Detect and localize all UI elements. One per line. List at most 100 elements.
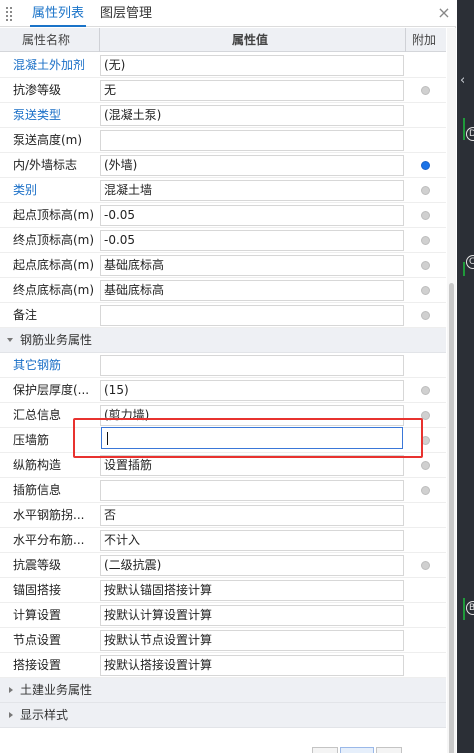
property-value[interactable]: (15) [100,380,404,401]
property-name: 保护层厚度(... [13,383,90,397]
property-row[interactable]: 插筋信息 [0,478,446,503]
property-value[interactable] [100,305,404,326]
property-value[interactable]: -0.05 [100,230,404,251]
property-name: 起点顶标高(m) [13,208,95,222]
scrollbar-thumb[interactable] [449,283,454,753]
property-value[interactable]: 按默认锚固搭接计算 [100,580,404,601]
radio-off-icon[interactable] [421,286,430,295]
property-value[interactable]: (剪力墙) [100,405,404,426]
radio-off-icon[interactable] [421,311,430,320]
radio-off-icon[interactable] [421,486,430,495]
radio-off-icon[interactable] [421,86,430,95]
caret-down-icon[interactable] [7,338,13,342]
property-row[interactable]: 抗渗等级 无 [0,78,446,103]
property-value[interactable]: (混凝土泵) [100,105,404,126]
group-header[interactable]: 土建业务属性 [0,678,446,703]
drag-grip-icon[interactable] [6,7,14,21]
group-header[interactable]: 显示样式 [0,703,446,728]
column-divider[interactable] [405,28,406,52]
radio-off-icon[interactable] [421,386,430,395]
property-row[interactable]: 纵筋构造 设置插筋 [0,453,446,478]
property-value[interactable] [100,130,404,151]
radio-off-icon[interactable] [421,236,430,245]
property-value[interactable]: (二级抗震) [100,555,404,576]
column-divider[interactable] [99,28,100,52]
property-name: 混凝土外加剂 [13,58,86,72]
property-row[interactable]: 水平分布筋... 不计入 [0,528,446,553]
property-name: 内/外墙标志 [13,158,78,172]
property-value[interactable]: 无 [100,80,404,101]
axis-marker-b[interactable]: B [466,601,474,615]
column-header-add: 附加 [412,33,437,47]
radio-off-icon[interactable] [421,561,430,570]
radio-off-icon[interactable] [421,211,430,220]
group-header[interactable]: 钢筋业务属性 [0,328,446,353]
property-value[interactable]: 基础底标高 [100,280,404,301]
radio-off-icon[interactable] [421,436,430,445]
drawing-canvas-edge[interactable]: ‹ [457,0,474,753]
table-header: 属性名称 属性值 附加 [0,28,446,52]
property-row[interactable]: 终点顶标高(m) -0.05 [0,228,446,253]
property-row[interactable]: 泵送类型 (混凝土泵) [0,103,446,128]
radio-off-icon[interactable] [421,186,430,195]
property-row[interactable]: 泵送高度(m) [0,128,446,153]
property-row[interactable]: 备注 [0,303,446,328]
property-value[interactable]: 混凝土墙 [100,180,404,201]
property-name: 汇总信息 [13,408,62,422]
property-name: 抗震等级 [13,558,62,572]
property-row[interactable]: 搭接设置 按默认搭接设置计算 [0,653,446,678]
property-value[interactable]: 基础底标高 [100,255,404,276]
tab-property-list[interactable]: 属性列表 [26,0,90,27]
property-name: 水平钢筋拐... [13,508,85,522]
axis-marker-d[interactable]: D [466,127,474,141]
property-value[interactable] [100,355,404,376]
property-value[interactable]: 不计入 [100,530,404,551]
caret-right-icon[interactable] [9,687,13,693]
property-value[interactable]: -0.05 [100,205,404,226]
property-value[interactable]: 按默认节点设置计算 [100,630,404,651]
tab-bar: 属性列表 图层管理 × [0,0,456,27]
radio-off-icon[interactable] [421,411,430,420]
property-name: 计算设置 [13,608,62,622]
property-panel: 属性列表 图层管理 × 属性名称 属性值 附加 混凝土外加剂 (无) 抗渗等级 无泵送… [0,0,456,753]
chevron-left-icon[interactable]: ‹ [460,72,472,90]
property-row[interactable]: 汇总信息 (剪力墙) [0,403,446,428]
property-row[interactable]: 水平钢筋拐... 否 [0,503,446,528]
axis-marker-c[interactable]: C [466,255,474,269]
group-label: 土建业务属性 [20,683,93,697]
property-row[interactable]: 锚固搭接 按默认锚固搭接计算 [0,578,446,603]
property-row[interactable]: 节点设置 按默认节点设置计算 [0,628,446,653]
radio-off-icon[interactable] [421,261,430,270]
property-value[interactable]: 设置插筋 [100,455,404,476]
close-icon[interactable]: × [436,4,452,22]
property-row[interactable]: 起点顶标高(m) -0.05 [0,203,446,228]
pressed-wall-rebar-input[interactable] [101,427,403,449]
property-row[interactable]: 混凝土外加剂 (无) [0,53,446,78]
property-row[interactable]: 计算设置 按默认计算设置计算 [0,603,446,628]
property-row[interactable]: 终点底标高(m) 基础底标高 [0,278,446,303]
property-value[interactable] [100,480,404,501]
property-name: 类别 [13,183,38,197]
property-name: 节点设置 [13,633,62,647]
property-value[interactable]: 按默认搭接设置计算 [100,655,404,676]
property-row[interactable]: 保护层厚度(... (15) [0,378,446,403]
property-row[interactable]: 起点底标高(m) 基础底标高 [0,253,446,278]
property-row[interactable]: 其它钢筋 [0,353,446,378]
property-value[interactable]: (外墙) [100,155,404,176]
property-row[interactable]: 内/外墙标志 (外墙) [0,153,446,178]
tab-layer-management[interactable]: 图层管理 [94,0,158,27]
property-value[interactable]: 按默认计算设置计算 [100,605,404,626]
radio-off-icon[interactable] [421,461,430,470]
property-row[interactable]: 类别 混凝土墙 [0,178,446,203]
property-value[interactable]: 否 [100,505,404,526]
property-name: 压墙筋 [13,433,50,447]
property-row[interactable]: 抗震等级 (二级抗震) [0,553,446,578]
property-name: 终点顶标高(m) [13,233,95,247]
property-value[interactable]: (无) [100,55,404,76]
radio-on-icon[interactable] [421,161,430,170]
caret-right-icon[interactable] [9,712,13,718]
property-name: 纵筋构造 [13,458,62,472]
vertical-scrollbar[interactable] [447,28,456,753]
axis-line [463,262,465,276]
property-name: 插筋信息 [13,483,62,497]
